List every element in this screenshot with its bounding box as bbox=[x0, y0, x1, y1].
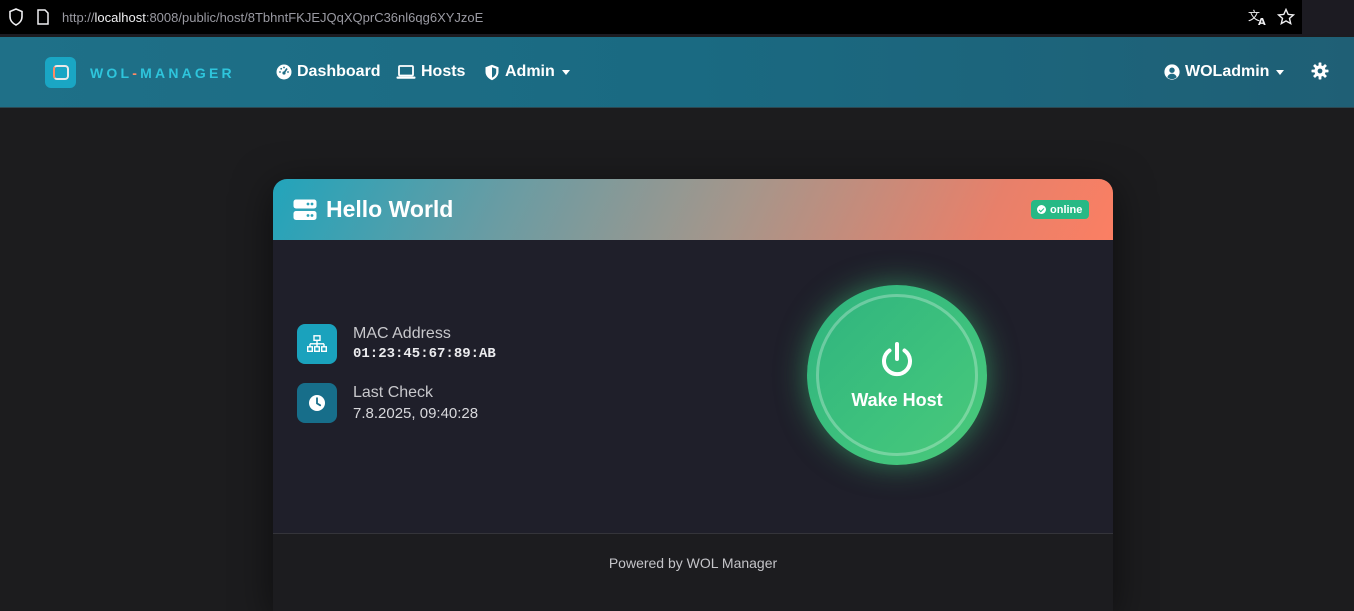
nav-admin-label: Admin bbox=[505, 63, 555, 80]
nav-dashboard[interactable]: Dashboard bbox=[276, 63, 381, 81]
brand[interactable]: WOL-MANAGER bbox=[45, 57, 235, 88]
brand-name: WOL-MANAGER bbox=[90, 64, 235, 81]
clock-icon bbox=[297, 383, 337, 423]
chevron-down-icon bbox=[1276, 69, 1285, 75]
browser-toolbar: http://localhost:8008/public/host/8Tbhnt… bbox=[0, 0, 1354, 36]
wake-host-button[interactable]: Wake Host bbox=[807, 285, 987, 465]
nav-dashboard-label: Dashboard bbox=[297, 63, 381, 80]
page-icon[interactable] bbox=[36, 9, 50, 25]
nav-admin[interactable]: Admin bbox=[484, 63, 570, 81]
nav-hosts[interactable]: Hosts bbox=[396, 63, 465, 81]
translate-icon[interactable]: 文 A bbox=[1248, 8, 1268, 26]
mac-address-value: 01:23:45:67:89:AB bbox=[353, 346, 496, 362]
last-check-value: 7.8.2025, 09:40:28 bbox=[353, 405, 479, 422]
navbar: WOL-MANAGER Dashboard Hosts Admin WOLadm… bbox=[0, 37, 1354, 108]
laptop-icon bbox=[396, 65, 416, 79]
bookmark-star-icon[interactable] bbox=[1277, 8, 1295, 26]
dashboard-icon bbox=[276, 64, 292, 80]
url-text[interactable]: http://localhost:8008/public/host/8Tbhnt… bbox=[62, 10, 483, 25]
check-circle-icon bbox=[1037, 205, 1046, 214]
host-card: Hello World online MAC Address 01:23:45:… bbox=[273, 179, 1113, 611]
last-check-label: Last Check bbox=[353, 384, 434, 401]
status-badge: online bbox=[1031, 200, 1090, 219]
card-footer: Powered by WOL Manager bbox=[273, 533, 1113, 611]
status-text: online bbox=[1050, 203, 1083, 216]
tracking-shield-icon[interactable] bbox=[8, 8, 24, 26]
card-header: Hello World online bbox=[273, 179, 1113, 240]
mac-address-row: MAC Address 01:23:45:67:89:AB bbox=[297, 324, 496, 364]
server-icon bbox=[293, 199, 317, 220]
card-title: Hello World bbox=[293, 196, 453, 223]
chevron-down-icon bbox=[561, 69, 570, 75]
user-name: WOLadmin bbox=[1185, 63, 1270, 80]
network-icon bbox=[297, 324, 337, 364]
host-name: Hello World bbox=[326, 196, 454, 222]
svg-text:A: A bbox=[1258, 17, 1266, 26]
gear-icon[interactable] bbox=[1311, 62, 1329, 80]
last-check-row: Last Check 7.8.2025, 09:40:28 bbox=[297, 383, 478, 423]
user-menu[interactable]: WOLadmin bbox=[1164, 63, 1285, 81]
shield-icon bbox=[485, 64, 499, 80]
user-circle-icon bbox=[1164, 64, 1180, 80]
nav-hosts-label: Hosts bbox=[421, 63, 466, 80]
brand-logo-icon bbox=[45, 57, 76, 88]
mac-address-label: MAC Address bbox=[353, 325, 451, 342]
powered-by-text: Powered by WOL Manager bbox=[608, 555, 778, 571]
card-body: MAC Address 01:23:45:67:89:AB Last Check… bbox=[273, 240, 1113, 533]
